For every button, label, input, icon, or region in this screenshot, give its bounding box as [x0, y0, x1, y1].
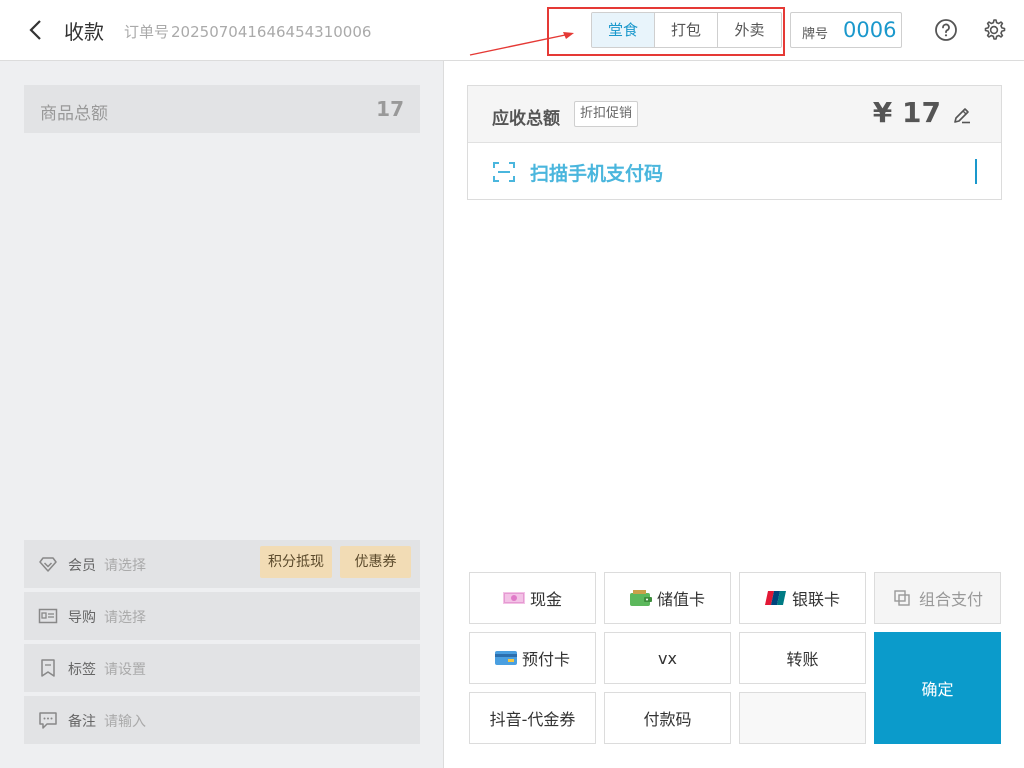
transfer-button[interactable]: 转账 — [739, 632, 866, 684]
stored-value-card-button[interactable]: 储值卡 — [604, 572, 731, 624]
payment-code-button[interactable]: 付款码 — [604, 692, 731, 744]
tag-row[interactable]: 标签 请设置 — [24, 644, 420, 692]
id-card-icon — [38, 608, 58, 624]
scan-pay-code-text: 扫描手机支付码 — [530, 163, 664, 185]
combined-payment-label: 组合支付 — [918, 590, 983, 609]
card-icon — [494, 651, 517, 665]
douyin-voucher-label: 抖音-代金券 — [489, 710, 576, 729]
edit-pencil-icon[interactable] — [952, 105, 972, 125]
discount-promotion-button[interactable]: 折扣促销 — [574, 101, 639, 127]
salesperson-label: 导购 — [68, 610, 96, 626]
member-hint: 请选择 — [104, 558, 146, 574]
amount-due-value: ¥ 17 — [872, 96, 941, 129]
empty-payment-slot — [739, 692, 866, 744]
dining-mode-selector: 堂食 打包 外卖 — [591, 12, 782, 48]
tag-label: 标签 — [68, 662, 96, 678]
payment-code-label: 付款码 — [643, 710, 692, 729]
cash-label: 现金 — [529, 590, 562, 609]
transfer-label: 转账 — [786, 650, 819, 669]
confirm-button[interactable]: 确定 — [874, 632, 1001, 744]
diamond-icon — [39, 557, 57, 572]
order-number-label: 订单号 — [124, 23, 170, 41]
mode-takeaway-button[interactable]: 打包 — [655, 13, 718, 47]
mode-dine-in-button[interactable]: 堂食 — [592, 13, 655, 47]
remark-label: 备注 — [68, 714, 96, 730]
member-row[interactable]: 会员 请选择 积分抵现 优惠券 — [24, 540, 420, 588]
amount-due-card: 应收总额 折扣促销 ¥ 17 扫描手机支付码 — [467, 85, 1002, 200]
table-tag-number[interactable]: 牌号 0006 — [790, 12, 902, 48]
top-bar: 收款 订单号 20250704164645431000​6 堂食 打包 外卖 牌号… — [0, 0, 1024, 61]
help-icon[interactable] — [934, 18, 958, 42]
amount-due-label: 应收总额 — [492, 109, 560, 129]
unionpay-card-button[interactable]: 银联卡 — [739, 572, 866, 624]
stored-value-card-label: 储值卡 — [656, 590, 705, 609]
member-label: 会员 — [68, 558, 96, 574]
amount-due-header: 应收总额 折扣促销 ¥ 17 — [468, 86, 1001, 143]
order-number-value: 20250704164645431000​6 — [171, 23, 372, 41]
order-summary-panel: 商品总额 17 会员 请选择 积分抵现 优惠券 导购 请选择 标签 请设置 备注… — [0, 61, 444, 768]
prepaid-card-label: 预付卡 — [521, 650, 570, 669]
goods-subtotal-value: 17 — [376, 97, 404, 121]
combine-icon — [894, 590, 910, 606]
salesperson-hint: 请选择 — [104, 610, 146, 626]
tag-hint: 请设置 — [104, 662, 146, 678]
gear-icon[interactable] — [981, 17, 1007, 43]
points-deduction-button[interactable]: 积分抵现 — [260, 546, 332, 578]
salesperson-row[interactable]: 导购 请选择 — [24, 592, 420, 640]
cash-button[interactable]: 现金 — [469, 572, 596, 624]
remark-row[interactable]: 备注 请输入 — [24, 696, 420, 744]
vx-button[interactable]: vx — [604, 632, 731, 684]
goods-subtotal: 商品总额 17 — [24, 85, 420, 133]
goods-subtotal-label: 商品总额 — [40, 104, 108, 124]
tag-number-label: 牌号 — [802, 27, 829, 42]
tag-number-value: 0006 — [843, 18, 897, 42]
mode-delivery-button[interactable]: 外卖 — [718, 13, 781, 47]
unionpay-card-label: 银联卡 — [791, 590, 840, 609]
bookmark-icon — [41, 659, 55, 677]
douyin-voucher-button[interactable]: 抖音-代金券 — [469, 692, 596, 744]
unionpay-icon — [764, 591, 786, 605]
scan-icon — [493, 162, 515, 182]
cash-icon — [502, 592, 525, 604]
combined-payment-button[interactable]: 组合支付 — [874, 572, 1001, 624]
scan-pay-code-input[interactable]: 扫描手机支付码 — [468, 143, 1001, 199]
order-number: 订单号 20250704164645431000​6 — [124, 21, 371, 42]
comment-icon — [39, 712, 57, 729]
vx-label: vx — [658, 648, 677, 668]
wallet-icon — [629, 590, 652, 606]
page-title: 收款 — [64, 20, 104, 44]
back-arrow-icon[interactable] — [24, 17, 48, 43]
prepaid-card-button[interactable]: 预付卡 — [469, 632, 596, 684]
coupon-button[interactable]: 优惠券 — [340, 546, 411, 578]
text-caret — [975, 159, 977, 184]
remark-hint: 请输入 — [104, 714, 146, 730]
